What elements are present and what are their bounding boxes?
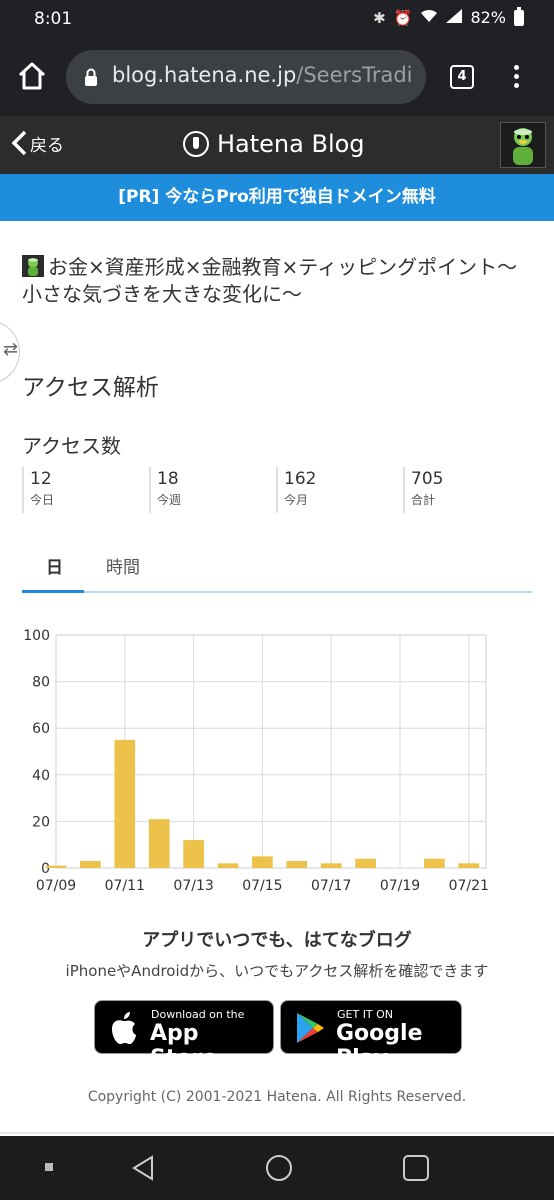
back-button[interactable]: 戻る [10,129,64,157]
y-tick-label: 80 [32,675,50,691]
chart-bar [217,863,239,868]
chart-bar [286,861,308,868]
overview-nav-icon[interactable] [402,1154,430,1182]
x-tick-label: 07/11 [105,878,145,894]
url-text: blog.hatena.ne.jp/SeersTradi [112,63,413,87]
back-label: 戻る [30,135,64,156]
access-count-heading: アクセス数 [22,434,121,458]
kappa-avatar-icon [513,128,533,165]
menu-dot-icon [513,74,519,79]
chart-bar [80,861,101,868]
stat-label: 今日 [30,493,55,507]
google-play-big-text: Google Play [336,1021,423,1071]
stat-label: 今週 [157,493,182,507]
home-icon [18,62,46,90]
stat-month: 162 今月 [276,467,403,513]
access-bar-chart: 0 20 40 60 80 100 07/09 07/11 07/13 07/15 07/17 07/… [23,628,489,894]
chart-bar [458,863,480,868]
browser-toolbar: blog.hatena.ne.jp/SeersTradi 4 [0,38,554,116]
app-store-button[interactable]: Download on the App Store [94,1000,274,1071]
hatena-header: 戻る Hatena Blog [0,116,554,174]
tab-switcher-button[interactable]: 4 [450,65,474,89]
menu-dot-icon [513,65,519,70]
chevron-left-icon [11,130,27,156]
chart-bar [355,858,376,868]
apple-icon [112,1012,136,1044]
active-tab-indicator [22,590,84,593]
menu-dot-icon [513,83,519,88]
home-button[interactable] [16,60,48,92]
chart-bar [148,819,170,868]
logo-text: Hatena Blog [217,130,365,158]
system-nav-bar [0,1136,554,1200]
stat-label: 今月 [284,493,309,507]
signal-icon [446,8,463,27]
url-host: blog.hatena.ne.jp [112,63,297,87]
status-time: 8:01 [34,9,73,29]
status-icons: ✱ ⏰ 82% [373,6,524,27]
url-path: /SeersTradi [296,63,413,87]
wifi-icon [420,9,438,27]
stat-today: 12 今日 [22,467,149,513]
hatena-blog-logo[interactable]: Hatena Blog [183,130,365,158]
promo-banner[interactable]: [PR] 今ならPro利用で独自ドメイン無料 [0,174,554,221]
page-title: アクセス解析 [22,375,159,401]
chart-bar [114,739,136,868]
hatena-logo-icon [183,131,209,157]
x-tick-label: 07/17 [311,878,351,894]
footer-divider [0,1132,554,1134]
google-play-small-text: GET IT ON [337,1008,394,1021]
x-tick-label: 07/19 [380,878,420,894]
x-tick-label: 07/09 [36,878,76,894]
y-tick-label: 60 [32,721,50,737]
app-store-small-text: Download on the [151,1008,245,1021]
address-bar[interactable]: blog.hatena.ne.jp/SeersTradi [66,50,426,104]
y-tick-label: 40 [32,768,50,784]
x-tick-label: 07/13 [173,878,213,894]
stat-week: 18 今週 [149,467,276,513]
battery-icon [514,6,524,26]
recents-dot-icon[interactable] [44,1162,54,1172]
stat-value: 705 [411,469,444,489]
stat-label: 合計 [411,493,436,507]
status-bar: 8:01 ✱ ⏰ 82% [0,0,554,38]
blog-title[interactable]: お金×資産形成×金融教育×ティッピングポイント〜小さな気づきを大きな変化に〜 [22,254,534,308]
browser-menu-button[interactable] [505,62,527,92]
alarm-icon: ⏰ [393,8,413,27]
stat-total: 705 合計 [403,467,530,513]
google-play-icon [297,1013,324,1043]
period-tabs: 日 時間 [22,545,532,593]
chart-bar [45,865,67,868]
app-promo-subtitle: iPhoneやAndroidから、いつでもアクセス解析を確認できます [65,962,489,980]
app-promo-title: アプリでいつでも、はてなブログ [142,930,412,951]
tab-hour[interactable]: 時間 [106,553,140,578]
google-play-button[interactable]: GET IT ON Google Play [280,1000,462,1071]
back-nav-icon[interactable] [130,1154,158,1182]
x-tick-label: 07/21 [449,878,489,894]
battery-percent: 82% [470,8,506,27]
stat-value: 162 [284,469,317,489]
y-tick-label: 20 [32,814,50,830]
kappa-icon [22,255,44,277]
bluetooth-icon: ✱ [373,8,386,27]
access-stats: 12 今日 18 今週 162 今月 705 合計 [22,467,532,513]
y-tick-label: 0 [41,861,50,877]
copyright: Copyright (C) 2001-2021 Hatena. All Righ… [87,1089,467,1105]
sidebar-toggle[interactable]: ⇄ [0,320,20,384]
blog-title-text: お金×資産形成×金融教育×ティッピングポイント〜小さな気づきを大きな変化に〜 [22,255,518,306]
swap-arrows-icon: ⇄ [3,339,19,360]
chart-bar [424,858,445,868]
x-tick-label: 07/15 [242,878,282,894]
tab-day[interactable]: 日 [46,553,63,578]
chart-bar [320,863,342,868]
stat-value: 18 [157,469,179,489]
chart-bar [252,856,273,868]
app-store-big-text: App Store [150,1021,218,1071]
user-avatar[interactable] [500,122,546,168]
home-nav-icon[interactable] [265,1154,293,1182]
lock-icon [85,68,97,86]
stat-value: 12 [30,469,52,489]
y-tick-label: 100 [23,628,50,644]
chart-bar [183,840,204,868]
